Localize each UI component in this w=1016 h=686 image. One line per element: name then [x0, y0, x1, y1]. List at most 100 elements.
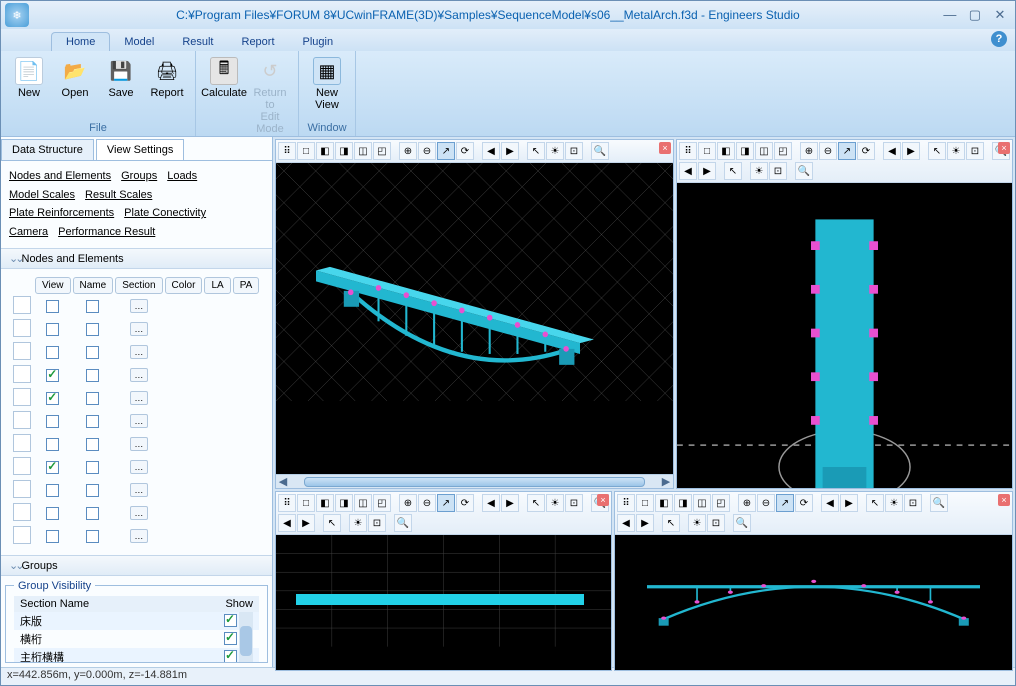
minimize-button[interactable]: —: [939, 7, 961, 22]
toolbar-button[interactable]: ◀: [278, 514, 296, 532]
view-checkbox[interactable]: [46, 369, 59, 382]
toolbar-button[interactable]: ☀: [885, 494, 903, 512]
toolbar-button[interactable]: ◨: [335, 142, 353, 160]
group-visibility-scrollbar[interactable]: [239, 612, 253, 663]
tab-plugin[interactable]: Plugin: [289, 33, 348, 51]
name-checkbox[interactable]: [86, 415, 99, 428]
link-model-scales[interactable]: Model Scales: [9, 189, 75, 201]
toolbar-button[interactable]: 🔍: [591, 142, 609, 160]
toolbar-button[interactable]: ↖: [724, 162, 742, 180]
toolbar-button[interactable]: ⟳: [456, 142, 474, 160]
viewport-close-icon[interactable]: ×: [998, 142, 1010, 154]
link-camera[interactable]: Camera: [9, 226, 48, 238]
col-color[interactable]: Color: [165, 277, 203, 294]
view-checkbox[interactable]: [46, 346, 59, 359]
toolbar-button[interactable]: 🔍: [795, 162, 813, 180]
col-view[interactable]: View: [35, 277, 71, 294]
toolbar-button[interactable]: ⟳: [456, 494, 474, 512]
tab-report[interactable]: Report: [228, 33, 289, 51]
toolbar-button[interactable]: ☀: [688, 514, 706, 532]
save-button[interactable]: 💾Save: [101, 55, 141, 120]
toolbar-button[interactable]: ◀: [883, 142, 901, 160]
calculate-button[interactable]: 🖩Calculate: [204, 55, 244, 135]
toolbar-button[interactable]: ☀: [546, 494, 564, 512]
toolbar-button[interactable]: ▶: [636, 514, 654, 532]
name-checkbox[interactable]: [86, 507, 99, 520]
toolbar-button[interactable]: ◨: [335, 494, 353, 512]
section-button[interactable]: …: [130, 506, 148, 520]
toolbar-button[interactable]: ↖: [928, 142, 946, 160]
section-groups[interactable]: Groups: [1, 555, 272, 576]
new-button[interactable]: 📄New: [9, 55, 49, 120]
name-checkbox[interactable]: [86, 484, 99, 497]
section-button[interactable]: …: [130, 437, 148, 451]
toolbar-button[interactable]: ⊡: [368, 514, 386, 532]
toolbar-button[interactable]: ▶: [902, 142, 920, 160]
toolbar-button[interactable]: ◨: [736, 142, 754, 160]
toolbar-button[interactable]: ⊡: [707, 514, 725, 532]
toolbar-button[interactable]: ⊡: [565, 494, 583, 512]
toolbar-button[interactable]: ▶: [501, 142, 519, 160]
tab-data-structure[interactable]: Data Structure: [1, 139, 94, 160]
toolbar-button[interactable]: ☀: [947, 142, 965, 160]
toolbar-button[interactable]: ◧: [655, 494, 673, 512]
link-result-scales[interactable]: Result Scales: [85, 189, 152, 201]
tab-result[interactable]: Result: [168, 33, 227, 51]
toolbar-button[interactable]: ⊡: [966, 142, 984, 160]
toolbar-button[interactable]: ⠿: [278, 142, 296, 160]
toolbar-button[interactable]: ◀: [482, 494, 500, 512]
viewport-canvas[interactable]: [276, 535, 611, 670]
name-checkbox[interactable]: [86, 323, 99, 336]
toolbar-button[interactable]: ⠿: [679, 142, 697, 160]
toolbar-button[interactable]: ◀: [482, 142, 500, 160]
view-checkbox[interactable]: [46, 323, 59, 336]
toolbar-button[interactable]: ⊕: [399, 494, 417, 512]
toolbar-button[interactable]: ◀: [821, 494, 839, 512]
toolbar-button[interactable]: ⠿: [278, 494, 296, 512]
viewport-canvas[interactable]: [677, 183, 1012, 488]
toolbar-button[interactable]: ◀: [617, 514, 635, 532]
toolbar-button[interactable]: ⊖: [819, 142, 837, 160]
viewport-scrollbar-h[interactable]: ◀▶: [276, 474, 673, 488]
link-nodes-and-elements[interactable]: Nodes and Elements: [9, 170, 111, 182]
toolbar-button[interactable]: 🔍: [394, 514, 412, 532]
toolbar-button[interactable]: ↗: [776, 494, 794, 512]
group-show-checkbox[interactable]: [224, 650, 237, 663]
toolbar-button[interactable]: ◰: [373, 494, 391, 512]
toolbar-button[interactable]: ⊕: [399, 142, 417, 160]
section-button[interactable]: …: [130, 391, 148, 405]
toolbar-button[interactable]: ⊡: [904, 494, 922, 512]
toolbar-button[interactable]: ▶: [698, 162, 716, 180]
toolbar-button[interactable]: ☀: [546, 142, 564, 160]
name-checkbox[interactable]: [86, 392, 99, 405]
section-nodes-elements[interactable]: Nodes and Elements: [1, 248, 272, 269]
section-button[interactable]: …: [130, 345, 148, 359]
link-performance-result[interactable]: Performance Result: [58, 226, 155, 238]
toolbar-button[interactable]: ◰: [774, 142, 792, 160]
toolbar-button[interactable]: ⊡: [769, 162, 787, 180]
toolbar-button[interactable]: ◫: [354, 494, 372, 512]
group-show-checkbox[interactable]: [224, 614, 237, 627]
section-button[interactable]: …: [130, 368, 148, 382]
viewport-close-icon[interactable]: ×: [597, 494, 609, 506]
col-section[interactable]: Section: [115, 277, 162, 294]
toolbar-button[interactable]: ⊕: [738, 494, 756, 512]
toolbar-button[interactable]: ↖: [866, 494, 884, 512]
name-checkbox[interactable]: [86, 300, 99, 313]
toolbar-button[interactable]: ↖: [527, 494, 545, 512]
name-checkbox[interactable]: [86, 369, 99, 382]
toolbar-button[interactable]: 🔍: [930, 494, 948, 512]
close-button[interactable]: ✕: [989, 7, 1011, 23]
name-checkbox[interactable]: [86, 530, 99, 543]
toolbar-button[interactable]: ▶: [297, 514, 315, 532]
toolbar-button[interactable]: ▶: [501, 494, 519, 512]
section-button[interactable]: …: [130, 414, 148, 428]
toolbar-button[interactable]: ◨: [674, 494, 692, 512]
section-button[interactable]: …: [130, 460, 148, 474]
link-loads[interactable]: Loads: [167, 170, 197, 182]
maximize-button[interactable]: ▢: [964, 7, 986, 23]
toolbar-button[interactable]: □: [297, 142, 315, 160]
section-button[interactable]: …: [130, 322, 148, 336]
toolbar-button[interactable]: ⠿: [617, 494, 635, 512]
toolbar-button[interactable]: ☀: [750, 162, 768, 180]
